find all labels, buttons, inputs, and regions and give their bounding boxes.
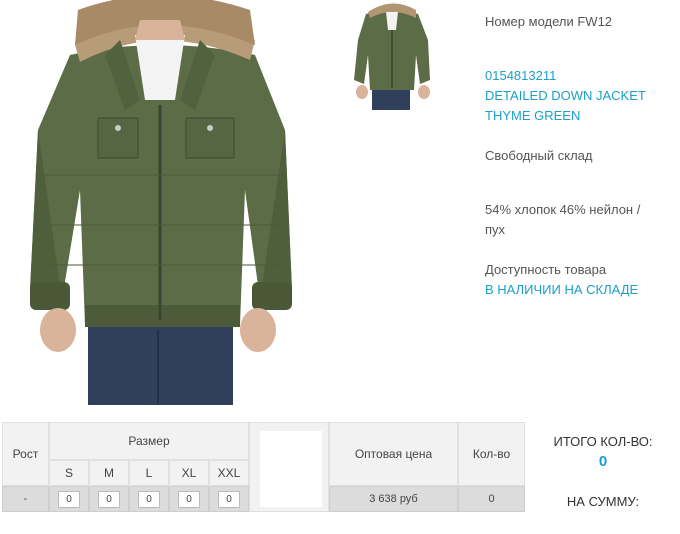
product-code-link[interactable]: 0154813211 xyxy=(485,66,675,86)
size-xl-cell: 0 xyxy=(169,486,209,512)
warehouse-text: Свободный склад xyxy=(485,148,593,163)
qty-input-xl[interactable]: 0 xyxy=(178,490,200,508)
header-price: Оптовая цена xyxy=(329,422,458,486)
header-size-m: M xyxy=(89,460,129,486)
product-name-line1[interactable]: DETAILED DOWN JACKET xyxy=(485,86,675,106)
row-height-value: - xyxy=(2,486,49,512)
product-name-line2[interactable]: THYME GREEN xyxy=(485,106,675,126)
header-qty: Кол-во xyxy=(458,422,525,486)
size-xxl-cell: 0 xyxy=(209,486,249,512)
jacket-illustration xyxy=(30,0,292,405)
material-line1: 54% хлопок 46% нейлон / xyxy=(485,202,641,217)
header-size-s: S xyxy=(49,460,89,486)
material-line2: пух xyxy=(485,222,506,237)
availability-label: Доступность товара xyxy=(485,262,607,277)
row-qty: 0 xyxy=(458,486,525,512)
total-qty-value: 0 xyxy=(598,453,608,470)
qty-input-xxl[interactable]: 0 xyxy=(218,490,240,508)
qty-input-m[interactable]: 0 xyxy=(98,490,120,508)
row-price: 3 638 руб xyxy=(329,486,458,512)
total-qty-label: ИТОГО КОЛ-ВО: xyxy=(553,434,653,449)
qty-input-s[interactable]: 0 xyxy=(58,490,80,508)
product-info: Номер модели FW12 0154813211 DETAILED DO… xyxy=(485,12,675,300)
size-s-cell: 0 xyxy=(49,486,89,512)
header-height: Рост xyxy=(2,422,49,486)
jacket-thumbnail-illustration xyxy=(354,3,430,110)
header-size-xxl: XXL xyxy=(209,460,249,486)
size-m-cell: 0 xyxy=(89,486,129,512)
product-thumbnail[interactable] xyxy=(352,0,436,110)
order-table: Рост Размер S M L XL XXL Оптовая цена Ко… xyxy=(2,422,525,512)
header-size-l: L xyxy=(129,460,169,486)
model-number: Номер модели FW12 xyxy=(485,14,613,29)
header-size-xl: XL xyxy=(169,460,209,486)
size-l-cell: 0 xyxy=(129,486,169,512)
product-main-image[interactable] xyxy=(0,0,322,405)
availability-value[interactable]: В НАЛИЧИИ НА СКЛАДЕ xyxy=(485,280,675,300)
header-size: Размер xyxy=(49,422,249,460)
color-swatch-image xyxy=(260,431,322,507)
qty-input-l[interactable]: 0 xyxy=(138,490,160,508)
swatch-cell xyxy=(249,422,329,512)
total-sum-label: НА СУММУ: xyxy=(566,494,640,509)
